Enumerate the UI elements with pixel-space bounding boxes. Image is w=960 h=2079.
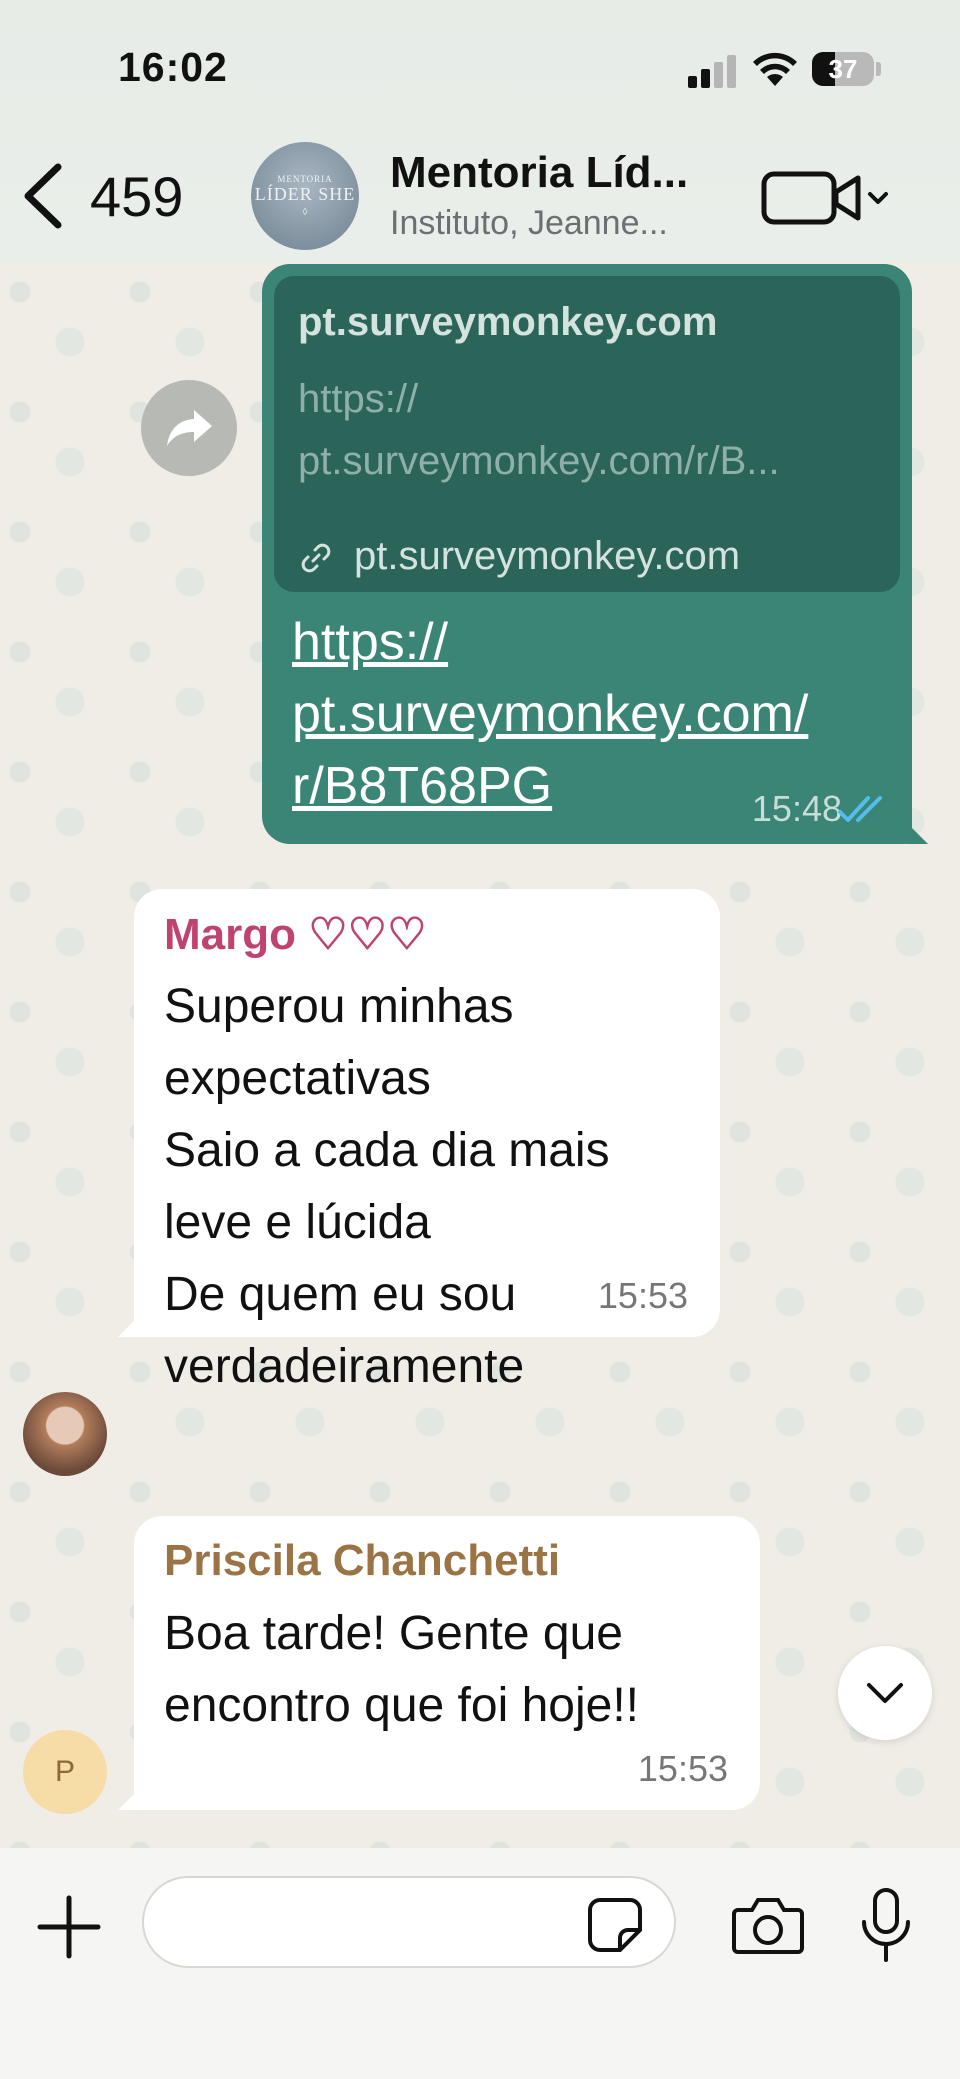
sender-avatar[interactable] [23,1392,107,1476]
chevron-left-icon [24,163,62,229]
bubble-tail [118,1788,140,1810]
message-time: 15:53 [637,1748,728,1789]
incoming-message[interactable]: Priscila Chanchetti Boa tarde! Gente que… [118,1516,760,1810]
message-line: expectativas [164,1052,431,1105]
wifi-icon [753,52,797,86]
link-preview-title: pt.surveymonkey.com [298,300,718,344]
avatar-line-1: MENTORIA [277,174,333,184]
sender-name[interactable]: Margo ♡♡♡ [164,909,427,960]
outgoing-message[interactable]: pt.surveymonkey.com https:// pt.surveymo… [262,264,928,844]
bubble-tail [906,822,928,844]
link-preview-description: https:// pt.surveymonkey.com/r/B... [298,377,780,483]
battery-tip [876,62,881,76]
microphone-icon[interactable] [858,1888,914,1964]
top-bar: 16:02 37 459 MENTORIA LÍDER SHE ◊ Mentor… [0,0,960,262]
avatar-emblem-icon: ◊ [302,207,308,218]
bubble-tail [118,1315,140,1337]
message-line: De quem eu sou [164,1268,517,1321]
plus-icon[interactable] [36,1894,102,1960]
group-avatar[interactable]: MENTORIA LÍDER SHE ◊ [251,142,359,250]
sender-name[interactable]: Priscila Chanchetti [164,1536,560,1586]
sticker-icon[interactable] [586,1896,644,1954]
chat-subtitle[interactable]: Instituto, Jeanne... [390,204,668,243]
message-line: Superou minhas [164,980,514,1033]
link-preview-domain: pt.surveymonkey.com [354,534,741,578]
forward-button[interactable] [141,380,237,476]
sender-avatar[interactable]: P [23,1730,107,1814]
video-call-icon[interactable] [760,168,890,228]
unread-count: 459 [90,164,184,228]
camera-icon[interactable] [732,1894,804,1956]
forward-arrow-icon [167,410,212,446]
message-time: 15:48 [751,788,842,829]
message-time: 15:53 [597,1275,688,1316]
incoming-message[interactable]: Margo ♡♡♡ Superou minhas expectativas Sa… [118,889,720,1393]
battery-icon: 37 [812,52,874,86]
chat-title[interactable]: Mentoria Líd... [390,148,688,198]
avatar-line-2: LÍDER SHE [254,184,356,204]
scroll-to-bottom-button[interactable] [838,1646,932,1740]
message-line: verdadeiramente [164,1340,525,1393]
message-text: Boa tarde! Gente que encontro que foi ho… [164,1598,639,1742]
battery-level: 37 [828,54,858,84]
message-text: Superou minhas expectativas Saio a cada … [164,971,610,1403]
message-line: leve e lúcida [164,1196,431,1249]
chat-area[interactable]: pt.surveymonkey.com https:// pt.surveymo… [0,262,960,1848]
message-line: encontro que foi hoje!! [164,1679,640,1732]
status-time: 16:02 [118,44,228,90]
composer-bar [0,1848,960,2079]
cellular-signal-icon [688,54,738,88]
link-preview[interactable]: pt.surveymonkey.com https:// pt.surveymo… [274,276,900,592]
back-button[interactable]: 459 [18,148,208,244]
read-receipt-icon [838,796,882,822]
message-line: Boa tarde! Gente que [164,1607,623,1660]
message-line: Saio a cada dia mais [164,1124,610,1177]
chevron-down-icon [867,1683,903,1703]
link-icon [301,543,331,573]
